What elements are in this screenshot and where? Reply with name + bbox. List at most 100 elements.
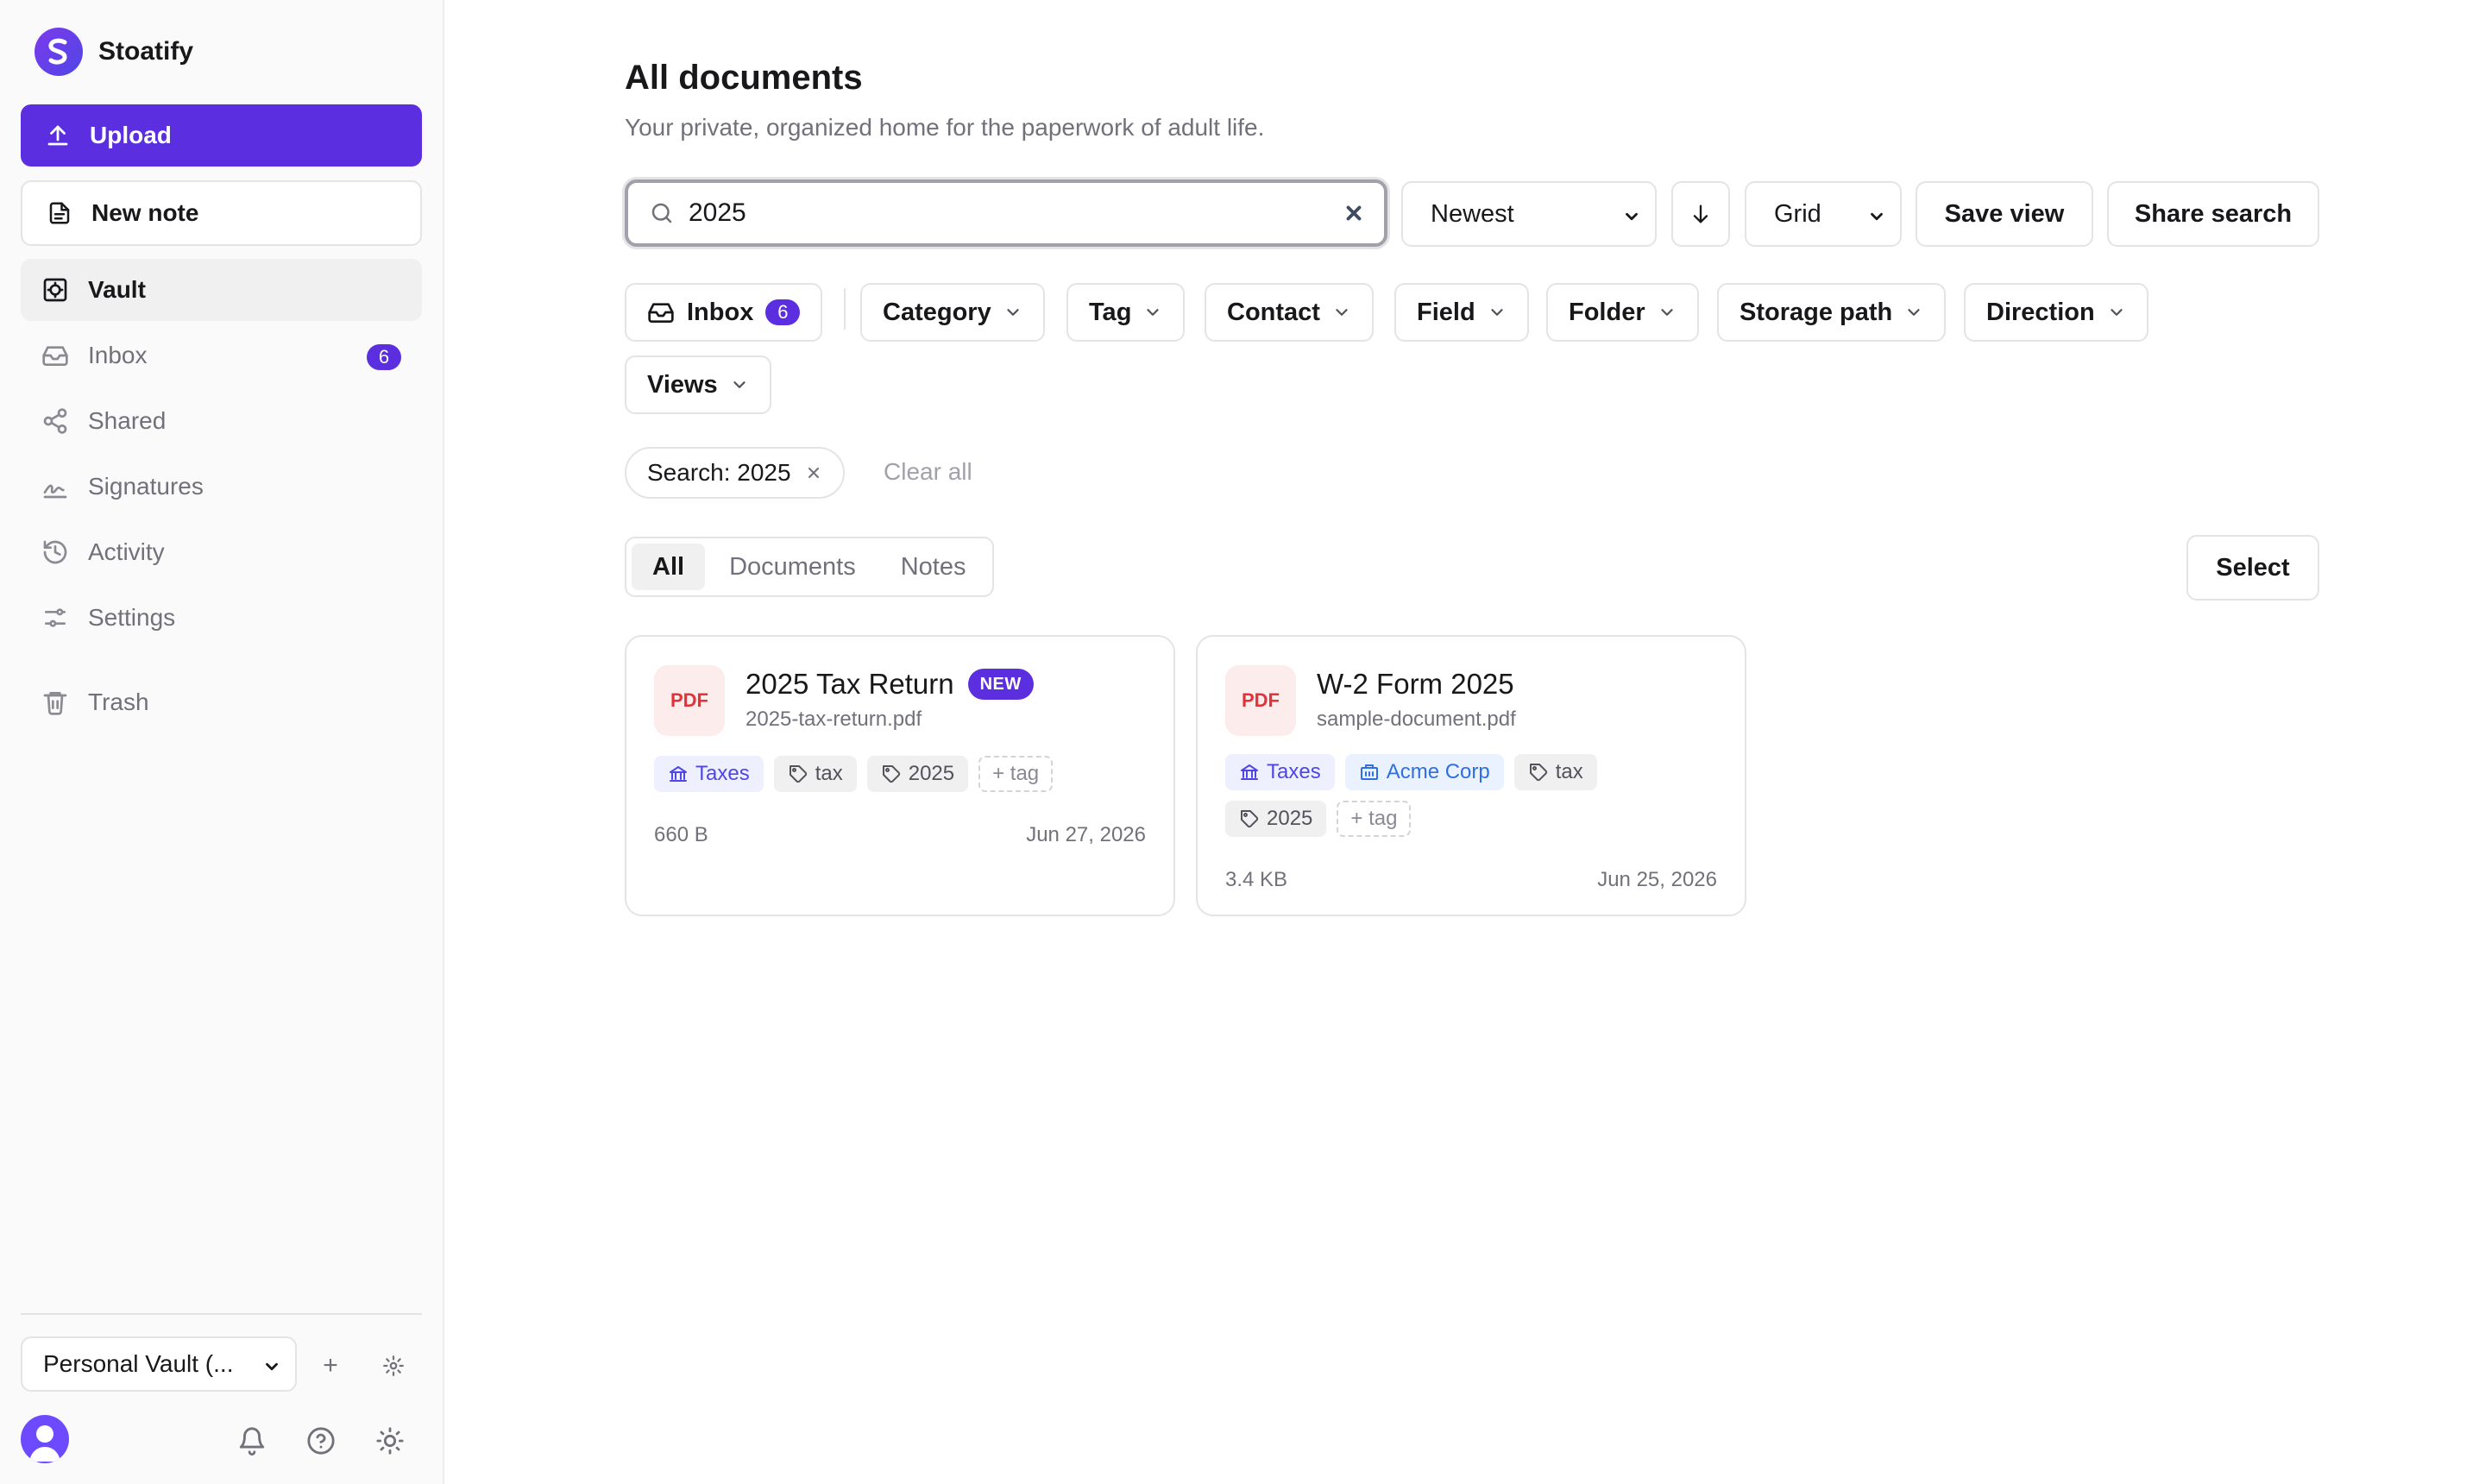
storage-path-filter-label: Storage path — [1740, 298, 1893, 326]
category-tag[interactable]: Taxes — [1225, 754, 1335, 790]
document-title: W-2 Form 2025 — [1317, 668, 1514, 701]
app-name: Stoatify — [98, 37, 194, 66]
clear-all-link[interactable]: Clear all — [884, 458, 972, 486]
sidebar-item-label: Shared — [88, 407, 167, 434]
sidebar-item-trash[interactable]: Trash — [21, 671, 422, 733]
direction-filter[interactable]: Direction — [1964, 283, 2148, 342]
help-button[interactable] — [304, 1424, 338, 1458]
select-button[interactable]: Select — [2186, 535, 2319, 601]
inbox-icon — [647, 299, 675, 326]
sidebar-item-signatures[interactable]: Signatures — [21, 456, 422, 518]
inbox-filter-count: 6 — [765, 299, 801, 325]
notifications-button[interactable] — [235, 1424, 269, 1458]
folder-filter[interactable]: Folder — [1546, 283, 1699, 342]
field-filter[interactable]: Field — [1394, 283, 1529, 342]
direction-filter-label: Direction — [1986, 298, 2095, 326]
avatar[interactable] — [21, 1415, 69, 1463]
new-badge: NEW — [967, 669, 1034, 700]
theme-toggle-button[interactable] — [373, 1424, 407, 1458]
chevron-down-icon — [1904, 303, 1923, 322]
tag-row: Taxes tax 2025 + tag — [654, 756, 1054, 792]
save-view-button[interactable]: Save view — [1916, 181, 2093, 247]
tag-chip[interactable]: 2025 — [866, 756, 969, 792]
tag-filter[interactable]: Tag — [1066, 283, 1186, 342]
category-tag[interactable]: Taxes — [654, 756, 764, 792]
page-subtitle: Your private, organized home for the pap… — [625, 114, 1265, 141]
upload-button[interactable]: Upload — [21, 104, 422, 167]
chevron-down-icon — [1003, 303, 1022, 322]
sidebar-item-label: Settings — [88, 604, 176, 631]
sidebar-item-label: Signatures — [88, 473, 204, 500]
building-icon — [1359, 762, 1380, 783]
filter-separator — [844, 288, 846, 330]
bell-icon — [237, 1426, 267, 1456]
vault-settings-button[interactable] — [378, 1350, 409, 1381]
sidebar-item-activity[interactable]: Activity — [21, 521, 422, 583]
new-note-button[interactable]: New note — [21, 180, 422, 246]
views-filter[interactable]: Views — [625, 355, 771, 414]
active-search-filter[interactable]: Search: 2025 — [625, 447, 845, 499]
contact-tag[interactable]: Acme Corp — [1344, 754, 1504, 790]
category-filter-label: Category — [883, 298, 991, 326]
inbox-filter-label: Inbox — [687, 298, 754, 326]
tag-chip[interactable]: tax — [773, 756, 857, 792]
vault-switcher[interactable]: Personal Vault (... — [21, 1336, 297, 1392]
contact-filter[interactable]: Contact — [1205, 283, 1374, 342]
sidebar-item-vault[interactable]: Vault — [21, 259, 422, 321]
clear-search-icon[interactable] — [1343, 202, 1365, 224]
upload-icon — [45, 123, 71, 148]
chevron-down-icon — [1143, 303, 1162, 322]
share-search-button[interactable]: Share search — [2107, 181, 2319, 247]
note-icon — [47, 200, 72, 226]
share-icon — [41, 407, 69, 435]
folder-filter-label: Folder — [1569, 298, 1645, 326]
search-input[interactable] — [689, 198, 1310, 228]
brand[interactable]: Stoatify — [35, 26, 193, 78]
add-tag-button[interactable]: + tag — [1337, 801, 1412, 837]
new-note-label: New note — [91, 199, 199, 226]
inbox-filter-chip[interactable]: Inbox 6 — [625, 283, 823, 342]
search-field[interactable] — [625, 179, 1387, 247]
sidebar-item-shared[interactable]: Shared — [21, 390, 422, 452]
chevron-down-icon — [1658, 303, 1677, 322]
tab-documents[interactable]: Documents — [708, 544, 877, 590]
tab-notes[interactable]: Notes — [880, 544, 987, 590]
document-card[interactable]: PDF W-2 Form 2025 sample-document.pdf Ta… — [1196, 635, 1746, 916]
add-tag-button[interactable]: + tag — [978, 756, 1054, 792]
add-vault-button[interactable]: + — [315, 1350, 346, 1381]
category-filter[interactable]: Category — [860, 283, 1045, 342]
tag-chip-label: tax — [815, 762, 843, 785]
sidebar-item-settings[interactable]: Settings — [21, 587, 422, 649]
chevron-down-icon — [1332, 303, 1351, 322]
tag-icon — [1528, 762, 1549, 783]
storage-path-filter[interactable]: Storage path — [1717, 283, 1947, 342]
sort-select[interactable]: Newest — [1401, 181, 1657, 247]
category-tag-label: Taxes — [695, 762, 750, 785]
vault-icon — [41, 276, 69, 304]
sidebar-item-label: Activity — [88, 538, 165, 565]
chevron-down-icon — [1867, 207, 1886, 226]
history-icon — [41, 538, 69, 566]
tag-chip[interactable]: 2025 — [1225, 801, 1327, 837]
sort-direction-button[interactable] — [1671, 181, 1730, 247]
pdf-file-icon: PDF — [654, 665, 725, 736]
document-title-text: W-2 Form 2025 — [1317, 668, 1514, 700]
tag-chip[interactable]: tax — [1513, 754, 1597, 790]
document-date: Jun 27, 2026 — [1026, 823, 1146, 846]
view-mode-select[interactable]: Grid — [1745, 181, 1902, 247]
remove-filter-icon[interactable] — [805, 464, 822, 481]
document-card[interactable]: PDF 2025 Tax Return NEW 2025-tax-return.… — [625, 635, 1175, 916]
sidebar-item-inbox[interactable]: Inbox 6 — [21, 324, 422, 387]
sidebar-divider — [21, 1313, 422, 1315]
sliders-icon — [41, 604, 69, 632]
tab-all[interactable]: All — [632, 544, 706, 590]
active-filter-label: Search: 2025 — [647, 459, 791, 486]
views-filter-label: Views — [647, 370, 718, 399]
chevron-down-icon — [2107, 303, 2126, 322]
content-type-tabs: All Documents Notes — [625, 537, 994, 597]
sidebar-item-label: Trash — [88, 689, 149, 715]
inbox-count-badge: 6 — [367, 344, 401, 370]
pdf-file-icon: PDF — [1225, 665, 1296, 736]
chevron-down-icon — [730, 375, 749, 394]
document-size: 660 B — [654, 823, 708, 846]
